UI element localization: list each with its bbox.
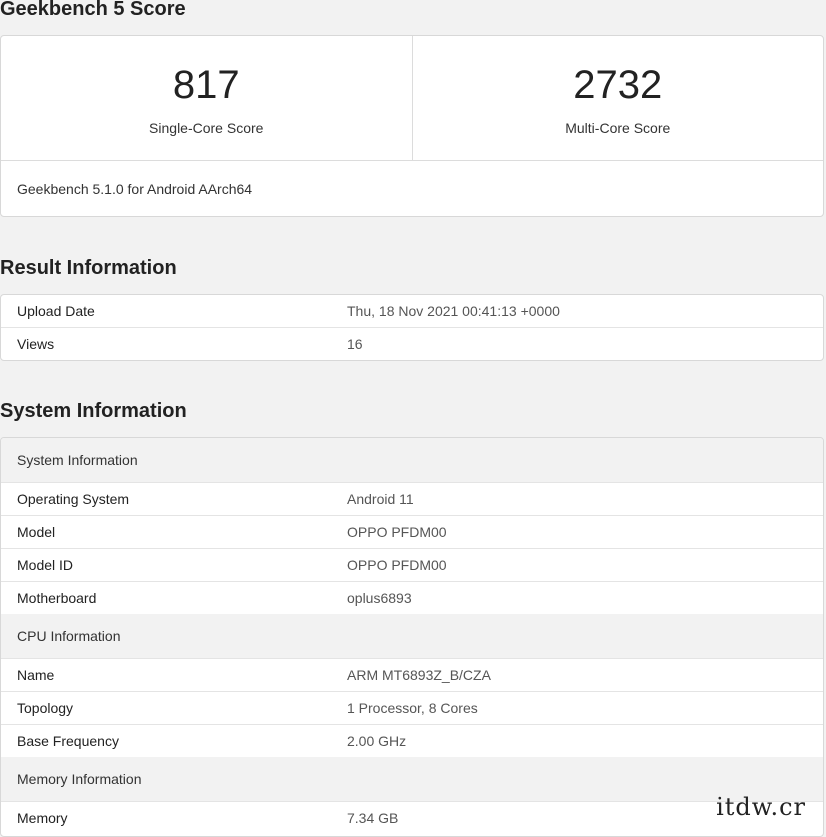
row-value: oplus6893 <box>347 590 412 606</box>
memory-info-header: Memory Information <box>1 757 823 801</box>
system-heading: System Information <box>0 400 187 422</box>
table-row: Motherboard oplus6893 <box>1 581 823 614</box>
cpu-info-header: CPU Information <box>1 614 823 658</box>
system-table: System Information Operating System Andr… <box>0 437 824 837</box>
row-value: ARM MT6893Z_B/CZA <box>347 667 491 683</box>
row-key: Topology <box>17 700 74 716</box>
result-table: Upload Date Thu, 18 Nov 2021 00:41:13 +0… <box>0 294 824 361</box>
scores-row: 817 Single-Core Score 2732 Multi-Core Sc… <box>1 36 823 161</box>
table-row: Name ARM MT6893Z_B/CZA <box>1 658 823 691</box>
score-heading: Geekbench 5 Score <box>0 0 186 20</box>
multi-core-cell: 2732 Multi-Core Score <box>411 36 824 160</box>
table-row: Views 16 <box>1 327 823 360</box>
single-core-cell: 817 Single-Core Score <box>1 36 412 160</box>
table-row: Memory 7.34 GB <box>1 801 823 834</box>
row-value: 16 <box>347 336 363 352</box>
multi-core-score: 2732 <box>573 63 663 107</box>
single-core-score: 817 <box>172 63 240 107</box>
multi-core-label: Multi-Core Score <box>565 120 671 136</box>
row-value: 7.34 GB <box>347 810 399 826</box>
row-value: OPPO PFDM00 <box>347 557 447 573</box>
table-row: Base Frequency 2.00 GHz <box>1 724 823 757</box>
row-value: Android 11 <box>347 491 414 507</box>
table-row: Model ID OPPO PFDM00 <box>1 548 823 581</box>
row-value: OPPO PFDM00 <box>347 524 447 540</box>
table-row: Upload Date Thu, 18 Nov 2021 00:41:13 +0… <box>1 295 823 327</box>
table-row: Operating System Android 11 <box>1 482 823 515</box>
row-key: Memory <box>17 810 68 826</box>
table-row: Model OPPO PFDM00 <box>1 515 823 548</box>
row-key: Name <box>17 667 55 683</box>
watermark: itdw.cr <box>716 793 806 821</box>
row-key: Views <box>17 336 55 352</box>
row-key: Base Frequency <box>17 733 119 749</box>
row-key: Motherboard <box>17 590 97 606</box>
row-value: Thu, 18 Nov 2021 00:41:13 +0000 <box>347 303 560 319</box>
score-card: 817 Single-Core Score 2732 Multi-Core Sc… <box>0 35 824 217</box>
row-key: Operating System <box>17 491 130 507</box>
benchmark-version: Geekbench 5.1.0 for Android AArch64 <box>17 181 253 197</box>
single-core-label: Single-Core Score <box>149 120 264 136</box>
row-key: Upload Date <box>17 303 95 319</box>
row-key: Model <box>17 524 56 540</box>
result-heading: Result Information <box>0 257 177 279</box>
row-value: 1 Processor, 8 Cores <box>347 700 478 716</box>
system-info-header: System Information <box>1 438 823 482</box>
table-row: Topology 1 Processor, 8 Cores <box>1 691 823 724</box>
row-value: 2.00 GHz <box>347 733 407 749</box>
row-key: Model ID <box>17 557 74 573</box>
